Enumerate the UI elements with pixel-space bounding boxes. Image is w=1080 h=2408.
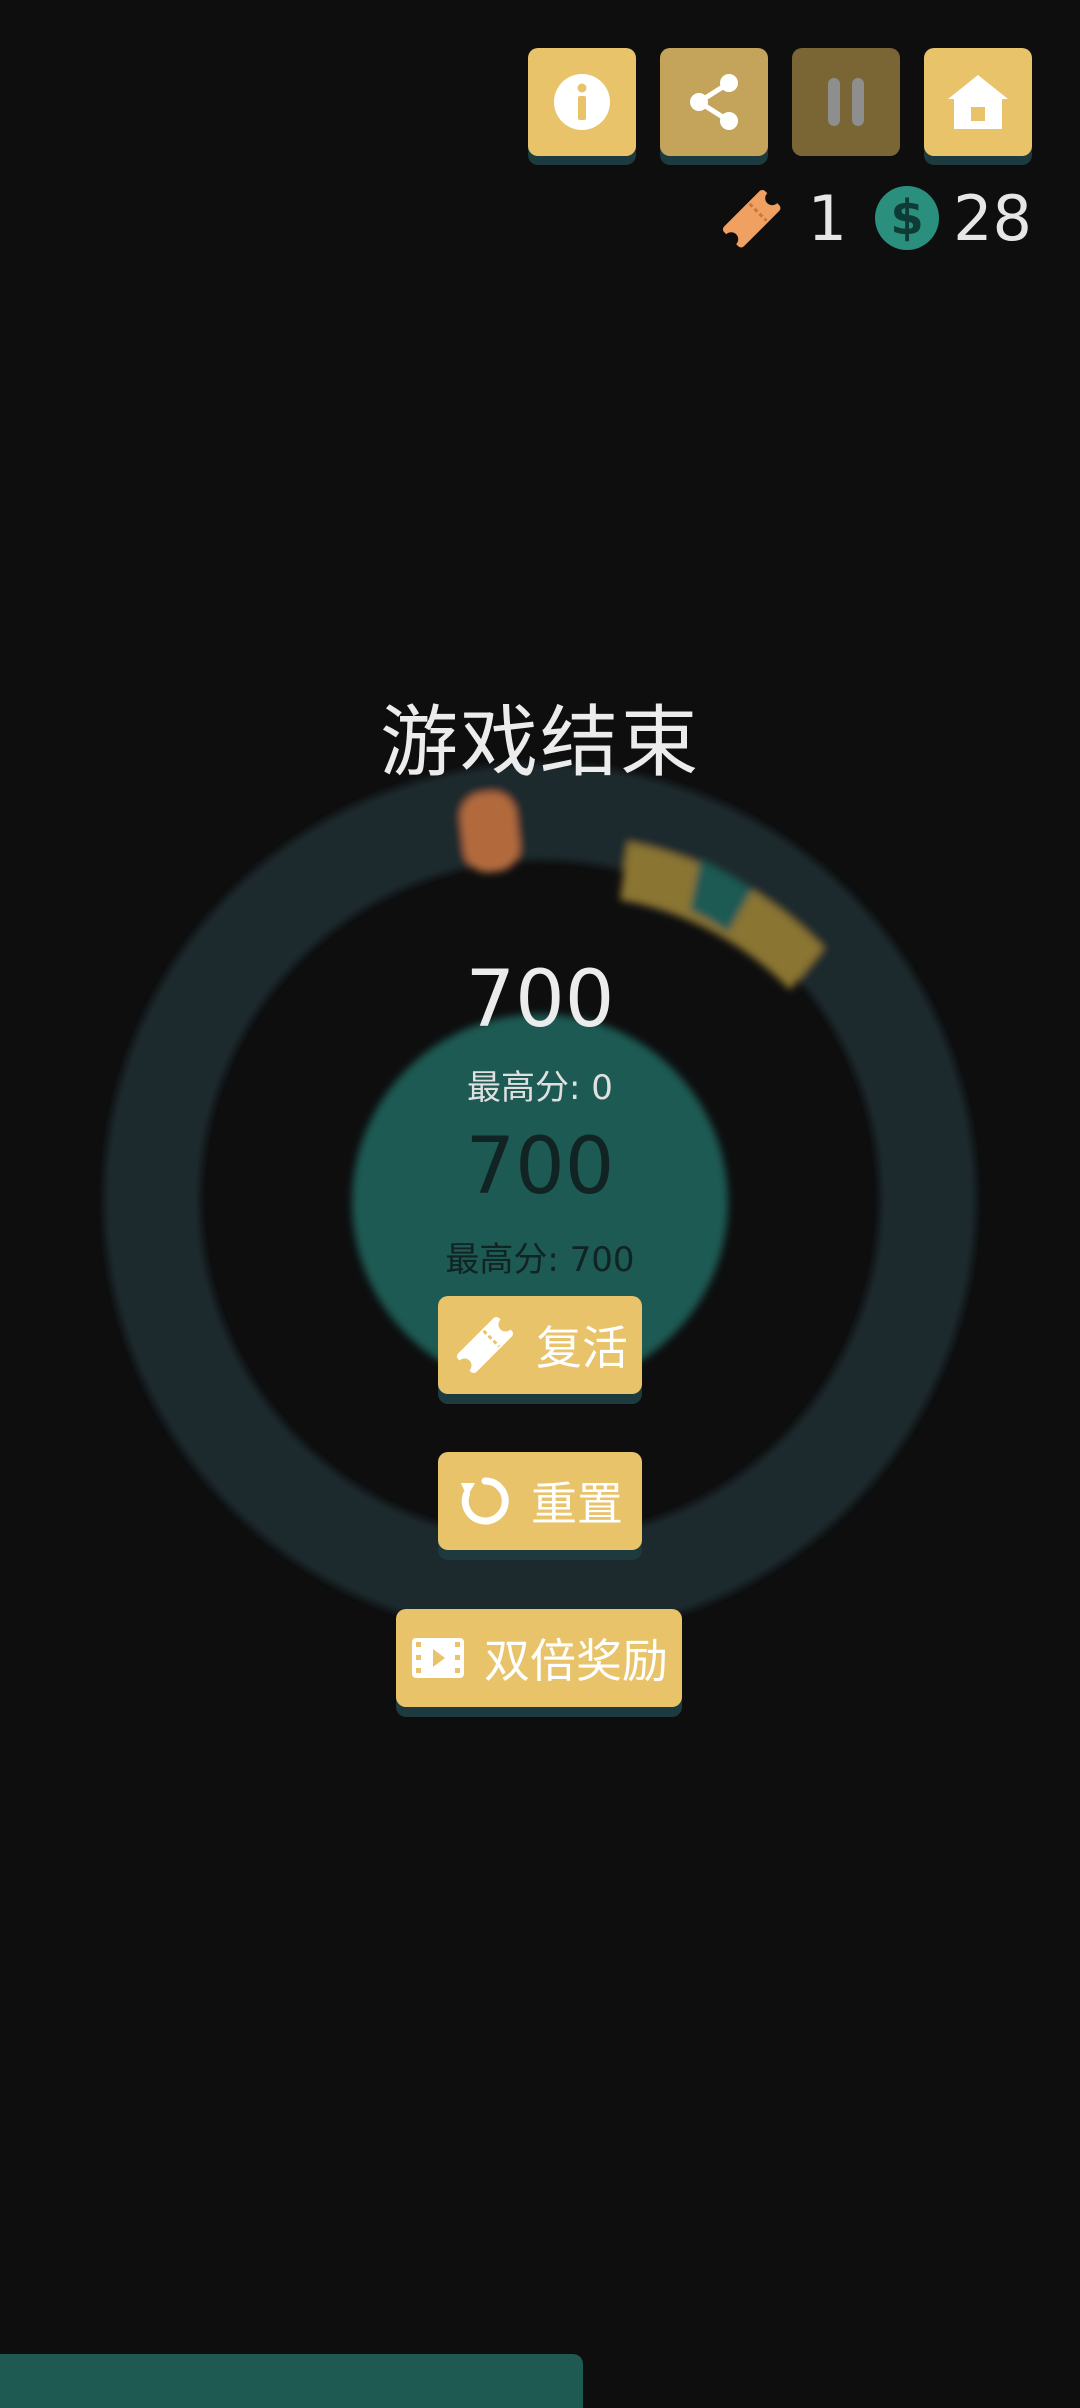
share-button[interactable] bbox=[660, 48, 768, 156]
double-reward-button[interactable]: 双倍奖励 bbox=[396, 1609, 682, 1707]
reset-label: 重置 bbox=[531, 1477, 623, 1531]
revive-label: 复活 bbox=[536, 1321, 628, 1375]
ticket-icon bbox=[722, 189, 781, 248]
ticket-icon bbox=[456, 1316, 514, 1374]
ticket-count: 1 bbox=[807, 181, 848, 255]
best-score-label: 最高分: 0 bbox=[467, 1068, 613, 1108]
currency-bar: 1 $ 28 bbox=[716, 178, 1032, 258]
home-button[interactable] bbox=[924, 48, 1032, 156]
final-score: 700 bbox=[465, 955, 615, 1045]
coin-icon: $ bbox=[875, 186, 940, 250]
restart-icon bbox=[461, 1477, 509, 1525]
game-over-title: 游戏结束 bbox=[379, 698, 700, 788]
revive-button[interactable]: 复活 bbox=[438, 1296, 642, 1394]
share-icon bbox=[690, 74, 738, 130]
background-best-score: 最高分: 700 bbox=[445, 1240, 635, 1280]
background-score: 700 bbox=[465, 1122, 615, 1212]
coin-count: 28 bbox=[953, 181, 1032, 255]
bottom-progress-bar bbox=[0, 2354, 583, 2408]
pause-button[interactable] bbox=[792, 48, 900, 156]
reset-button[interactable]: 重置 bbox=[438, 1452, 642, 1550]
pause-icon bbox=[828, 78, 864, 126]
info-icon bbox=[554, 74, 610, 130]
video-icon bbox=[412, 1638, 464, 1678]
home-icon bbox=[948, 75, 1008, 129]
double-reward-label: 双倍奖励 bbox=[484, 1634, 668, 1688]
info-button[interactable] bbox=[528, 48, 636, 156]
